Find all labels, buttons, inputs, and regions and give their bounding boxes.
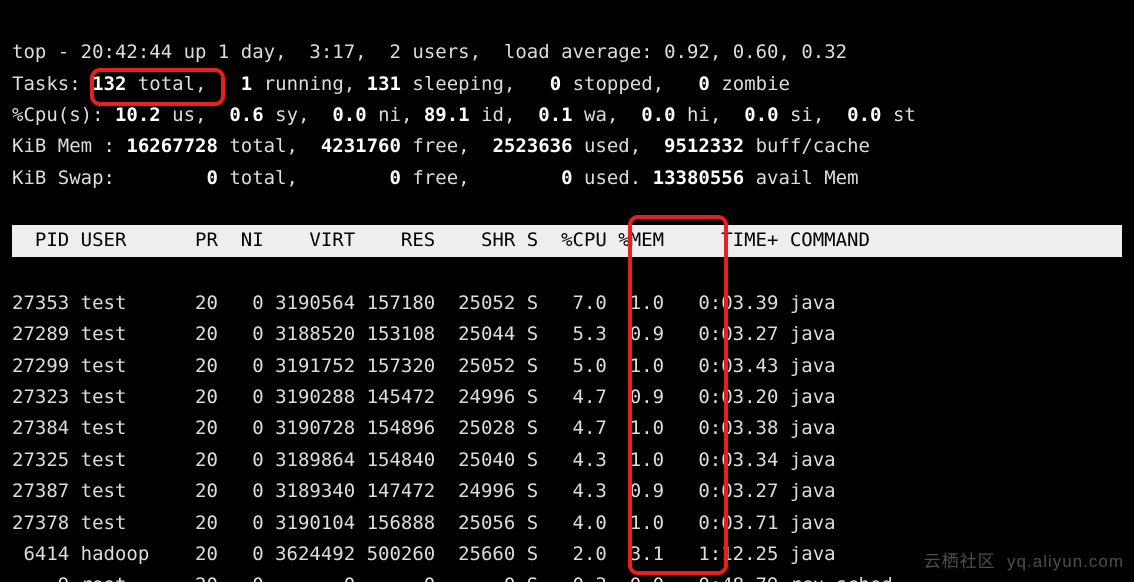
top-tasks-line: Tasks: 132 total, 1 running, 131 sleepin…: [12, 73, 790, 95]
process-table-header: PID USER PR NI VIRT RES SHR S %CPU %MEM …: [12, 225, 1122, 256]
process-row: 9 root 20 0 0 0 0 S 0.3 0.0 0:48.79 rcu_…: [12, 574, 893, 582]
process-row: 6414 hadoop 20 0 3624492 500260 25660 S …: [12, 543, 836, 565]
process-row: 27323 test 20 0 3190288 145472 24996 S 4…: [12, 386, 836, 408]
process-row: 27387 test 20 0 3189340 147472 24996 S 4…: [12, 480, 836, 502]
top-summary-line1: top - 20:42:44 up 1 day, 3:17, 2 users, …: [12, 41, 847, 63]
top-cpu-line: %Cpu(s): 10.2 us, 0.6 sy, 0.0 ni, 89.1 i…: [12, 104, 916, 126]
process-row: 27299 test 20 0 3191752 157320 25052 S 5…: [12, 355, 836, 377]
process-row: 27353 test 20 0 3190564 157180 25052 S 7…: [12, 292, 836, 314]
process-row: 27378 test 20 0 3190104 156888 25056 S 4…: [12, 512, 836, 534]
process-row: 27325 test 20 0 3189864 154840 25040 S 4…: [12, 449, 836, 471]
top-mem-line: KiB Mem : 16267728 total, 4231760 free, …: [12, 135, 870, 157]
cpu-us-value: 10.2: [115, 104, 161, 126]
process-row: 27384 test 20 0 3190728 154896 25028 S 4…: [12, 417, 836, 439]
terminal-screen: top - 20:42:44 up 1 day, 3:17, 2 users, …: [0, 0, 1134, 582]
top-swap-line: KiB Swap: 0 total, 0 free, 0 used. 13380…: [12, 167, 859, 189]
watermark: 云栖社区 yq.aliyun.com: [924, 548, 1124, 576]
process-row: 27289 test 20 0 3188520 153108 25044 S 5…: [12, 323, 836, 345]
